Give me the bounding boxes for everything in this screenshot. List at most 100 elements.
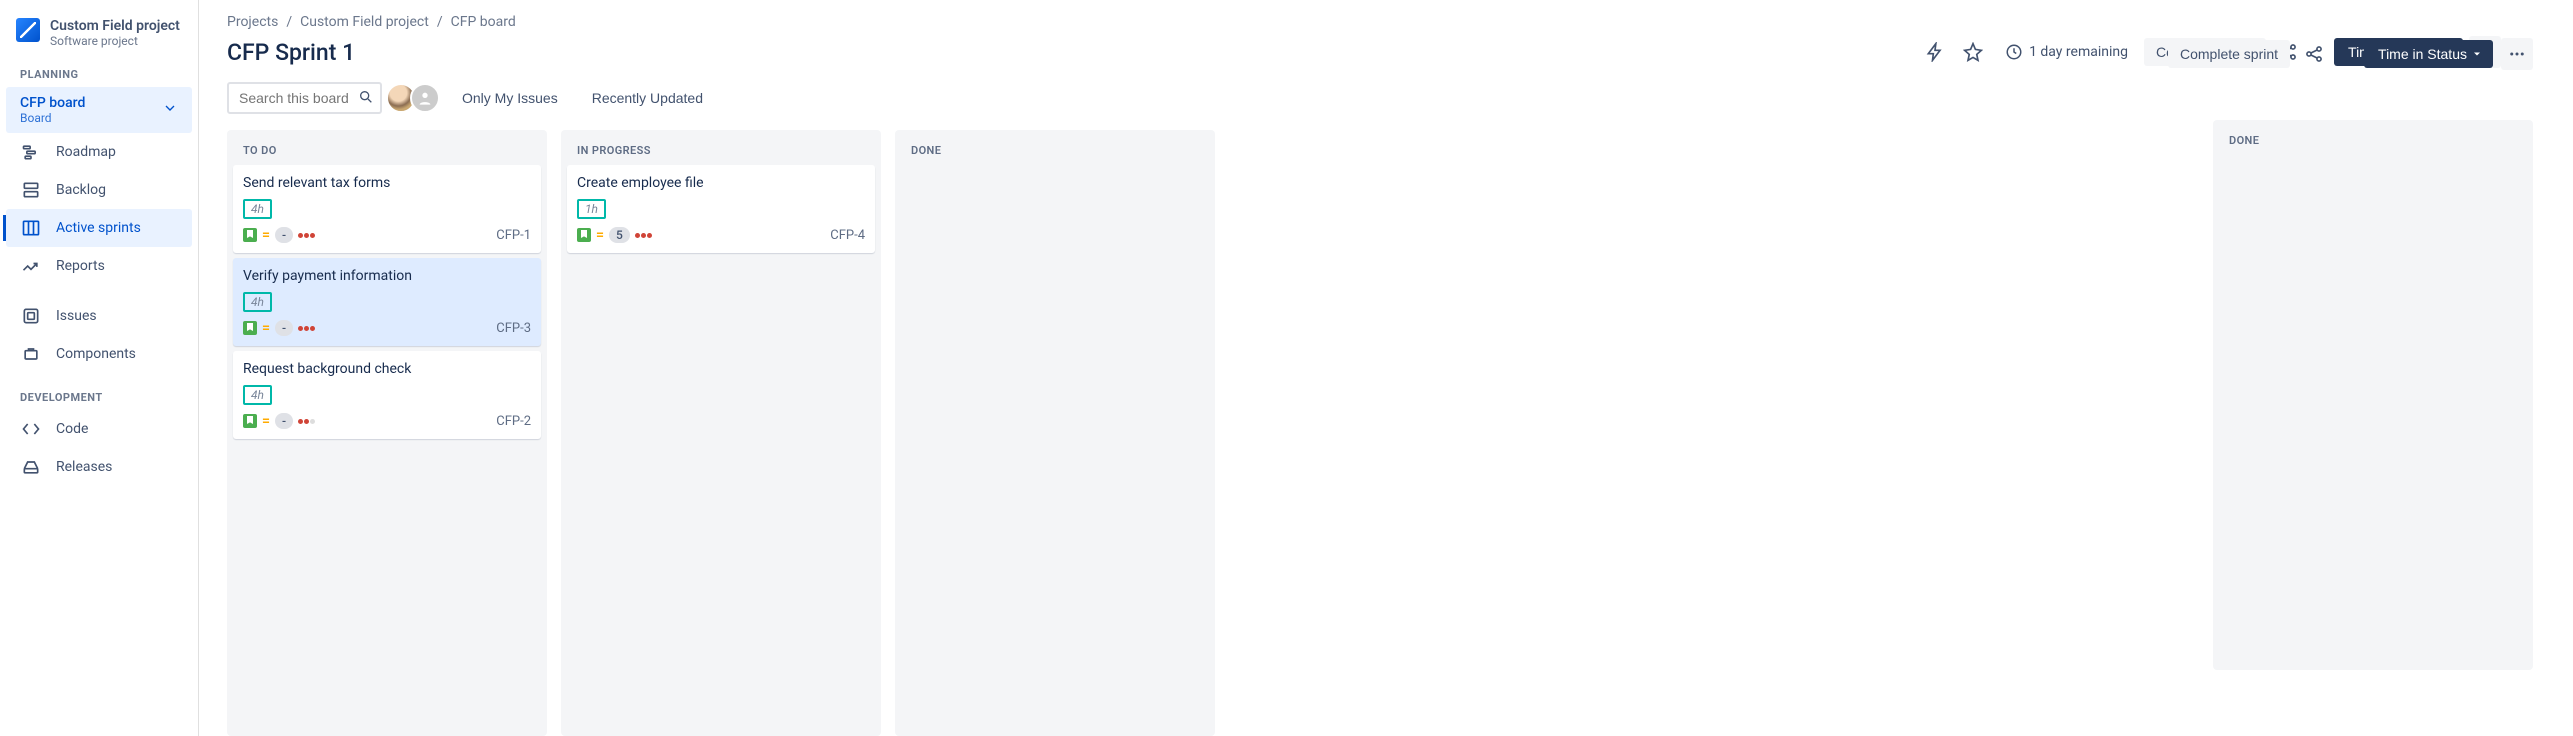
priority-icon: = xyxy=(262,413,270,429)
sidebar-label: Active sprints xyxy=(56,220,141,236)
components-icon xyxy=(20,343,42,365)
breadcrumb-link[interactable]: CFP board xyxy=(451,14,516,30)
column-header: DONE xyxy=(901,130,1209,165)
priority-icon: = xyxy=(262,320,270,336)
breadcrumb-link[interactable]: Projects xyxy=(227,14,278,30)
board: TO DOSend relevant tax forms4h=-CFP-1Ver… xyxy=(227,130,2501,736)
card-title: Request background check xyxy=(243,361,531,377)
status-dots xyxy=(635,233,652,238)
star-icon[interactable] xyxy=(1957,36,1989,68)
issue-card[interactable]: Send relevant tax forms 4h =- CFP-1 xyxy=(233,165,541,253)
card-footer: =- CFP-3 xyxy=(243,320,531,336)
tis-label-dup: Time in Status xyxy=(2378,46,2467,62)
card-footer: =- CFP-2 xyxy=(243,413,531,429)
points-badge: - xyxy=(275,413,293,429)
page-title: CFP Sprint 1 xyxy=(227,39,355,66)
sidebar-board-group[interactable]: CFP board Board xyxy=(6,87,192,133)
story-icon xyxy=(243,228,257,242)
releases-icon xyxy=(20,456,42,478)
issues-icon xyxy=(20,305,42,327)
card-title: Send relevant tax forms xyxy=(243,175,531,191)
status-dots xyxy=(298,326,315,331)
board-group-subtitle: Board xyxy=(20,111,85,125)
column-header: TO DO xyxy=(233,130,541,165)
automation-icon[interactable] xyxy=(1919,36,1951,68)
issue-card[interactable]: Verify payment information 4h =- CFP-3 xyxy=(233,258,541,346)
toolbar: Only My Issues Recently Updated xyxy=(227,82,2501,114)
only-my-issues-button[interactable]: Only My Issues xyxy=(450,84,570,112)
sidebar-label: Roadmap xyxy=(56,144,116,160)
issue-key[interactable]: CFP-1 xyxy=(496,228,531,243)
column-header-dup: DONE xyxy=(2219,120,2527,155)
points-badge: - xyxy=(275,320,293,336)
duplicate-header-controls: Complete sprint Time in Status xyxy=(2168,38,2533,70)
priority-icon: = xyxy=(596,227,604,243)
breadcrumb-link[interactable]: Custom Field project xyxy=(300,14,429,30)
board-icon xyxy=(20,217,42,239)
card-title: Verify payment information xyxy=(243,268,531,284)
sidebar-label: Components xyxy=(56,346,136,362)
reports-icon xyxy=(20,255,42,277)
avatar-stack[interactable] xyxy=(392,83,440,113)
search-icon[interactable] xyxy=(358,89,374,109)
code-icon xyxy=(20,418,42,440)
board-column: DONE xyxy=(895,130,1215,736)
sidebar-item-releases[interactable]: Releases xyxy=(6,448,192,486)
estimate-badge: 4h xyxy=(243,292,272,312)
project-name: Custom Field project xyxy=(50,18,180,34)
board-group-title: CFP board xyxy=(20,95,85,111)
time-in-status-button-dup[interactable]: Time in Status xyxy=(2364,40,2493,68)
project-header[interactable]: Custom Field project Software project xyxy=(6,14,192,62)
issue-key[interactable]: CFP-2 xyxy=(496,414,531,429)
points-badge: - xyxy=(275,227,293,243)
column-header: IN PROGRESS xyxy=(567,130,875,165)
card-title: Create employee file xyxy=(577,175,865,191)
sidebar-item-code[interactable]: Code xyxy=(6,410,192,448)
section-planning: PLANNING xyxy=(6,62,192,87)
sidebar-label: Releases xyxy=(56,459,112,475)
estimate-badge: 4h xyxy=(243,199,272,219)
issue-card[interactable]: Create employee file1h=5CFP-4 xyxy=(567,165,875,253)
section-development: DEVELOPMENT xyxy=(6,385,192,410)
estimate-badge: 4h xyxy=(243,385,272,405)
backlog-icon xyxy=(20,179,42,201)
project-type: Software project xyxy=(50,34,180,48)
more-menu-button-dup[interactable] xyxy=(2501,38,2533,70)
card-footer: = 5 CFP-4 xyxy=(577,227,865,243)
points-badge: 5 xyxy=(609,227,630,243)
issue-card[interactable]: Request background check 4h =- CFP-2 xyxy=(233,351,541,439)
sidebar-item-issues[interactable]: Issues xyxy=(6,297,192,335)
search-wrap xyxy=(227,82,382,114)
sidebar-item-components[interactable]: Components xyxy=(6,335,192,373)
roadmap-icon xyxy=(20,141,42,163)
sidebar-item-reports[interactable]: Reports xyxy=(6,247,192,285)
sidebar-item-roadmap[interactable]: Roadmap xyxy=(6,133,192,171)
sidebar-label: Code xyxy=(56,421,88,437)
clock-icon xyxy=(2005,43,2023,61)
remaining-text: 1 day remaining xyxy=(2029,44,2128,60)
priority-icon: = xyxy=(262,227,270,243)
board-column: TO DOSend relevant tax forms4h=-CFP-1Ver… xyxy=(227,130,547,736)
issue-key[interactable]: CFP-3 xyxy=(496,321,531,336)
chevron-down-icon[interactable] xyxy=(162,100,178,120)
sidebar-label: Issues xyxy=(56,308,97,324)
card-footer: =- CFP-1 xyxy=(243,227,531,243)
complete-sprint-button-dup[interactable]: Complete sprint xyxy=(2168,40,2290,68)
recently-updated-button[interactable]: Recently Updated xyxy=(580,84,715,112)
chevron-down-icon xyxy=(2471,48,2483,60)
duplicate-done-column: DONE xyxy=(2213,120,2533,670)
status-dots xyxy=(298,233,315,238)
issue-key[interactable]: CFP-4 xyxy=(830,228,865,243)
sidebar-item-backlog[interactable]: Backlog xyxy=(6,171,192,209)
story-icon xyxy=(577,228,591,242)
share-icon-dup[interactable] xyxy=(2298,38,2330,70)
breadcrumb: Projects/ Custom Field project/ CFP boar… xyxy=(227,14,2501,30)
sidebar-item-active-sprints[interactable]: Active sprints xyxy=(6,209,192,247)
sidebar-label: Backlog xyxy=(56,182,106,198)
project-icon xyxy=(16,18,40,42)
board-column: IN PROGRESSCreate employee file1h=5CFP-4 xyxy=(561,130,881,736)
status-dots xyxy=(298,419,315,424)
story-icon xyxy=(243,321,257,335)
header-row: CFP Sprint 1 1 day remaining Complete sp… xyxy=(227,36,2501,68)
avatar-unassigned[interactable] xyxy=(410,83,440,113)
